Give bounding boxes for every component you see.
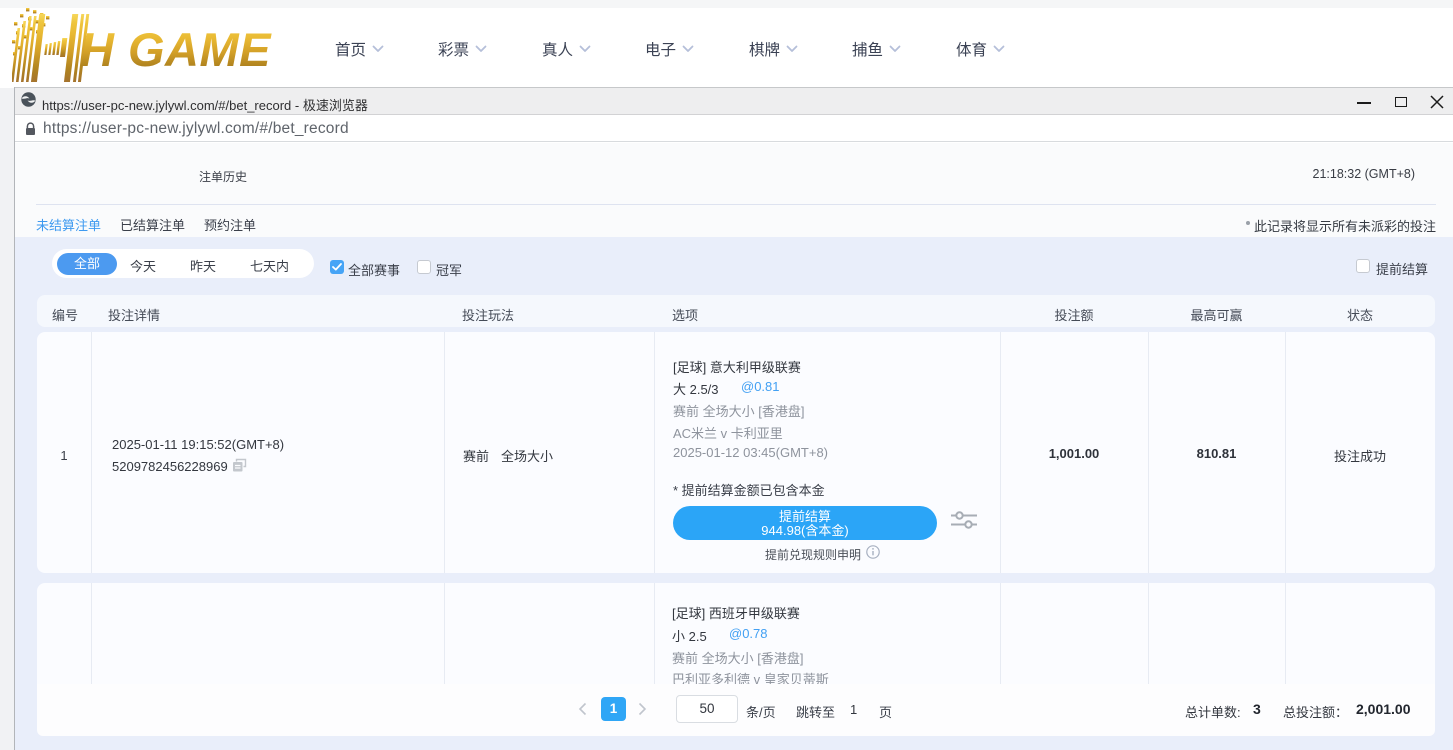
svg-text:H GAME: H GAME	[80, 23, 272, 76]
